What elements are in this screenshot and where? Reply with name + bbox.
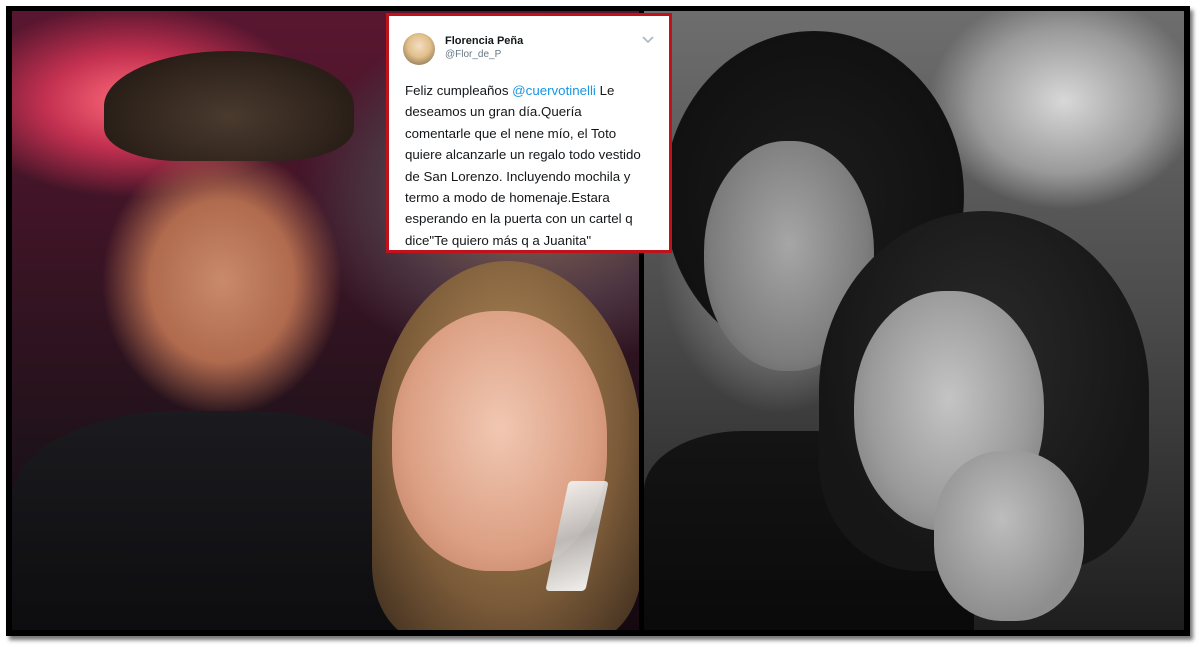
photo-siblings-bw [644,11,1184,630]
author-name[interactable]: Florencia Peña [445,35,523,47]
tweet-line: Feliz cumpleaños @cuervotinelli Le [405,80,659,101]
author-handle[interactable]: @Flor_de_P [445,49,501,60]
tweet-line: de San Lorenzo. Incluyendo mochila y [405,168,631,184]
man-shirt [12,411,432,630]
tweet-line: quiere alcanzarle un regalo todo vestido [405,147,641,163]
man-hair [104,51,354,161]
chevron-down-icon[interactable] [641,34,655,48]
tweet-line: deseamos un gran día.Quería [405,104,582,120]
girl-hand [934,451,1084,621]
tweet-line: termo a modo de homenaje.Estara [405,190,610,206]
tweet-card: Florencia Peña @Flor_de_P Feliz cumpleañ… [386,13,672,253]
tweet-text: Feliz cumpleaños @cuervotinelli Le desea… [405,80,659,251]
tweet-line-pre: Feliz cumpleaños [405,83,513,98]
tweet-line: dice"Te quiero más q a Juanita" [405,232,592,248]
tweet-line-post: Le [595,83,615,98]
tweet-header: Florencia Peña @Flor_de_P [389,16,669,68]
tweet-line: comentarle que el nene mío, el Toto [405,125,617,141]
mention-link[interactable]: @cuervotinelli [512,83,596,98]
tweet-line: esperando en la puerta con un cartel q [405,211,633,227]
avatar[interactable] [403,33,435,65]
